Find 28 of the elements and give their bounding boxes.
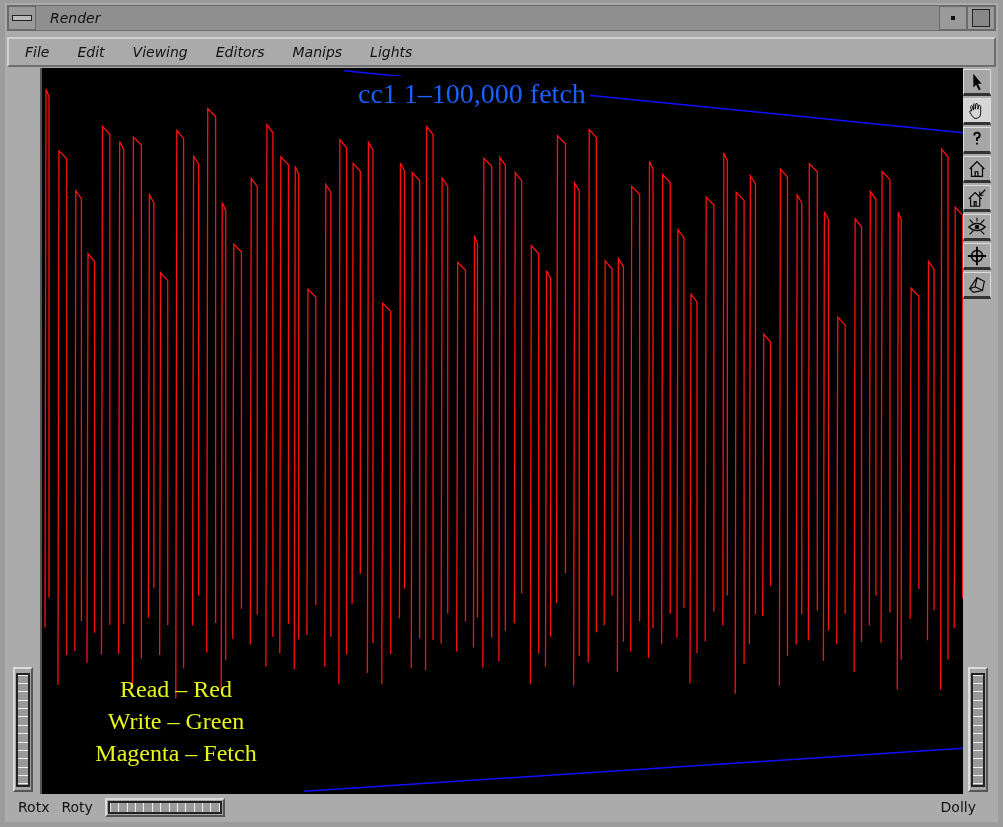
menu-item[interactable]: Lights <box>368 42 415 62</box>
home-tool-button[interactable] <box>963 156 991 183</box>
rotx-label: Rotx <box>18 799 50 815</box>
roty-label: Roty <box>61 799 93 815</box>
home-arrow-tool-button[interactable] <box>963 185 991 212</box>
window-menu-button[interactable] <box>8 6 36 30</box>
menu-item[interactable]: Edit <box>75 42 107 62</box>
dolly-label: Dolly <box>940 799 976 815</box>
roty-thumbwheel[interactable] <box>104 797 225 817</box>
crosshair-icon <box>966 244 988 267</box>
window-title: Render <box>49 10 102 26</box>
menu-item[interactable]: Viewing <box>130 42 190 62</box>
maximize-button[interactable] <box>967 6 995 30</box>
menu-item[interactable]: File <box>23 42 52 62</box>
question-mark-tool-button[interactable] <box>963 127 991 154</box>
legend-text: Read – Red <box>120 675 232 704</box>
camera-frustum-tool-button[interactable] <box>963 272 991 299</box>
pointer-tool-button[interactable] <box>963 69 991 96</box>
crosshair-tool-button[interactable] <box>963 243 991 270</box>
hand-tool-button[interactable] <box>963 98 991 125</box>
eye-tool-button[interactable] <box>963 214 991 241</box>
menu-item[interactable]: Manips <box>290 42 345 62</box>
dolly-thumbwheel[interactable] <box>968 667 988 792</box>
menu-item[interactable]: Editors <box>213 42 267 62</box>
rotx-thumbwheel[interactable] <box>12 667 33 792</box>
legend-text: Magenta – Fetch <box>95 739 257 768</box>
minimize-button[interactable] <box>939 6 967 30</box>
legend-text: Write – Green <box>107 707 245 736</box>
